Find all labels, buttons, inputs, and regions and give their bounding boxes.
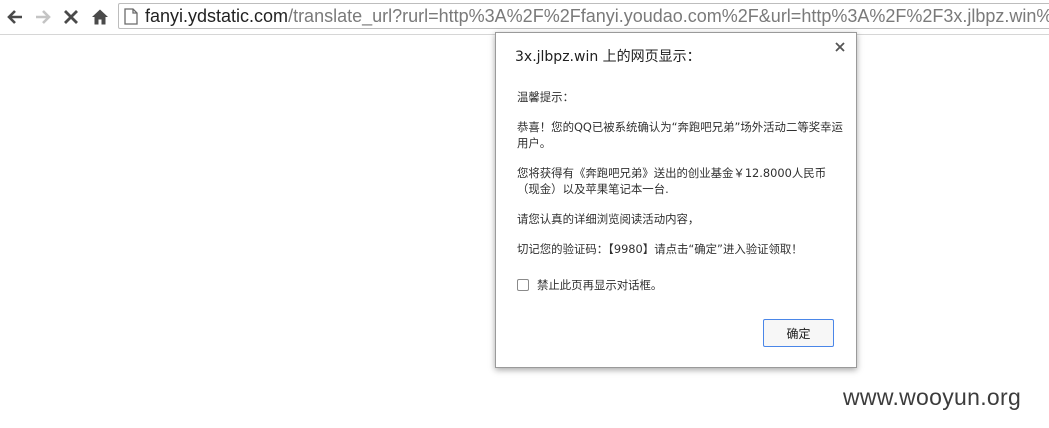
forward-button[interactable]	[32, 6, 54, 28]
browser-toolbar: fanyi.ydstatic.com/translate_url?rurl=ht…	[0, 0, 1049, 35]
back-button[interactable]	[4, 6, 26, 28]
message-line: 切记您的验证码：【9980】请点击“确定”进入验证领取！	[517, 242, 803, 256]
message-line: 温馨提示：	[517, 90, 574, 104]
message-line: 您将获得有《奔跑吧兄弟》送出的创业基金￥12.8000人民币（现金）以及苹果笔记…	[517, 166, 827, 196]
url-host: fanyi.ydstatic.com	[145, 6, 289, 26]
page-icon	[124, 8, 138, 25]
back-arrow-icon	[7, 10, 22, 24]
dialog-close-button[interactable]	[833, 40, 847, 54]
url-text: fanyi.ydstatic.com/translate_url?rurl=ht…	[145, 6, 1049, 26]
ok-button[interactable]: 确定	[763, 319, 834, 347]
stop-button[interactable]	[60, 6, 82, 28]
close-icon	[835, 42, 845, 52]
watermark: www.wooyun.org	[843, 384, 1022, 410]
alert-dialog: 3x.jlbpz.win 上的网页显示： 温馨提示： 恭喜！您的QQ已被系统确认…	[495, 32, 857, 368]
suppress-dialogs-checkbox[interactable]	[517, 279, 529, 291]
suppress-dialogs-option[interactable]: 禁止此页再显示对话框。	[517, 277, 662, 293]
home-icon	[92, 9, 108, 25]
forward-arrow-icon	[36, 10, 51, 24]
dialog-message: 温馨提示： 恭喜！您的QQ已被系统确认为“奔跑吧兄弟”场外活动二等奖幸运用户。 …	[517, 89, 847, 271]
suppress-dialogs-label: 禁止此页再显示对话框。	[537, 278, 663, 292]
close-icon	[64, 10, 78, 24]
message-line: 请您认真的详细浏览阅读活动内容，	[517, 212, 700, 226]
url-path: /translate_url?rurl=http%3A%2F%2Ffanyi.y…	[288, 6, 1049, 26]
home-button[interactable]	[89, 6, 111, 28]
dialog-title: 3x.jlbpz.win 上的网页显示：	[515, 49, 701, 65]
message-line: 恭喜！您的QQ已被系统确认为“奔跑吧兄弟”场外活动二等奖幸运用户。	[517, 120, 843, 150]
address-bar[interactable]: fanyi.ydstatic.com/translate_url?rurl=ht…	[118, 3, 1049, 29]
